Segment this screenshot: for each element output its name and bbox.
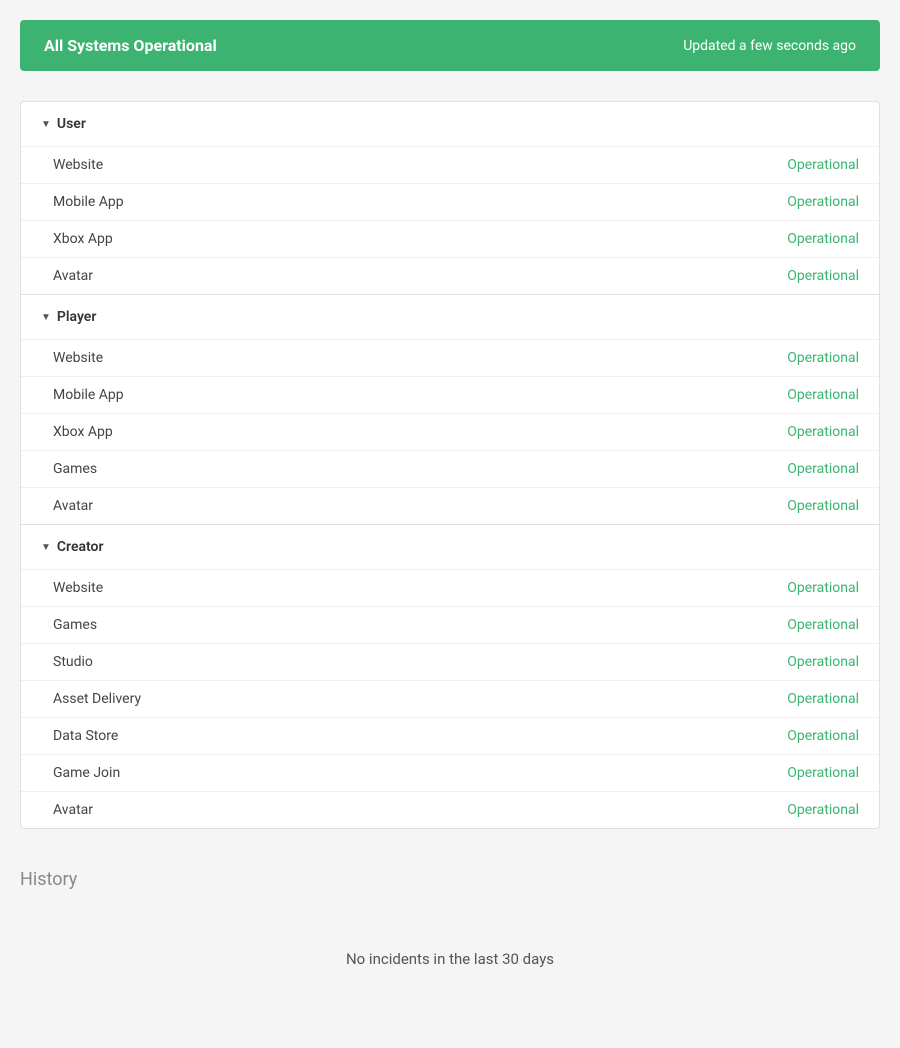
table-row: Website Operational (21, 146, 879, 183)
service-status: Operational (787, 461, 859, 477)
table-row: Game Join Operational (21, 754, 879, 791)
group-header-user[interactable]: ▼ User (21, 102, 879, 146)
service-status: Operational (787, 194, 859, 210)
table-row: Avatar Operational (21, 257, 879, 294)
group-label: User (57, 116, 86, 132)
service-name: Games (53, 461, 97, 477)
service-status: Operational (787, 728, 859, 744)
status-banner: All Systems Operational Updated a few se… (20, 20, 880, 71)
service-name: Game Join (53, 765, 120, 781)
group-header-creator[interactable]: ▼ Creator (21, 525, 879, 569)
table-row: Asset Delivery Operational (21, 680, 879, 717)
systems-container: ▼ User Website Operational Mobile App Operati… (20, 101, 880, 829)
service-status: Operational (787, 765, 859, 781)
service-name: Avatar (53, 268, 93, 284)
group-items-player: WebsiteOperationalMobile AppOperationalX… (21, 339, 879, 524)
service-status: Operational (787, 580, 859, 596)
table-row: Website Operational (21, 339, 879, 376)
table-row: Games Operational (21, 606, 879, 643)
service-name: Studio (53, 654, 93, 670)
group-user: ▼ User Website Operational Mobile App Operati… (21, 102, 879, 295)
service-name: Website (53, 350, 103, 366)
service-name: Games (53, 617, 97, 633)
service-name: Avatar (53, 498, 93, 514)
service-status: Operational (787, 424, 859, 440)
service-status: Operational (787, 157, 859, 173)
page-wrapper: All Systems Operational Updated a few se… (0, 0, 900, 1048)
service-status: Operational (787, 802, 859, 818)
table-row: Studio Operational (21, 643, 879, 680)
service-status: Operational (787, 617, 859, 633)
table-row: Games Operational (21, 450, 879, 487)
history-title: History (20, 869, 880, 890)
no-incidents-message: No incidents in the last 30 days (20, 910, 880, 1008)
service-status: Operational (787, 387, 859, 403)
chevron-down-icon: ▼ (41, 542, 51, 553)
service-status: Operational (787, 498, 859, 514)
chevron-down-icon: ▼ (41, 312, 51, 323)
history-section: History No incidents in the last 30 days (20, 859, 880, 1028)
group-player: ▼ Player Website Operational Mobile App Opera… (21, 295, 879, 525)
service-name: Asset Delivery (53, 691, 141, 707)
service-status: Operational (787, 231, 859, 247)
service-name: Mobile App (53, 387, 124, 403)
group-items-creator: WebsiteOperationalGamesOperationalStudio… (21, 569, 879, 828)
group-label: Player (57, 309, 96, 325)
service-name: Xbox App (53, 231, 113, 247)
group-items-user: WebsiteOperationalMobile AppOperationalX… (21, 146, 879, 294)
service-status: Operational (787, 268, 859, 284)
group-creator: ▼ Creator Website Operational Games Operation… (21, 525, 879, 828)
service-status: Operational (787, 691, 859, 707)
status-banner-updated: Updated a few seconds ago (683, 38, 856, 54)
service-name: Mobile App (53, 194, 124, 210)
table-row: Xbox App Operational (21, 413, 879, 450)
service-name: Website (53, 580, 103, 596)
chevron-down-icon: ▼ (41, 119, 51, 130)
service-name: Avatar (53, 802, 93, 818)
service-name: Website (53, 157, 103, 173)
table-row: Data Store Operational (21, 717, 879, 754)
table-row: Avatar Operational (21, 791, 879, 828)
table-row: Mobile App Operational (21, 183, 879, 220)
service-name: Xbox App (53, 424, 113, 440)
service-status: Operational (787, 654, 859, 670)
table-row: Avatar Operational (21, 487, 879, 524)
group-header-player[interactable]: ▼ Player (21, 295, 879, 339)
table-row: Website Operational (21, 569, 879, 606)
status-banner-title: All Systems Operational (44, 36, 217, 55)
group-label: Creator (57, 539, 104, 555)
service-status: Operational (787, 350, 859, 366)
table-row: Mobile App Operational (21, 376, 879, 413)
table-row: Xbox App Operational (21, 220, 879, 257)
service-name: Data Store (53, 728, 118, 744)
